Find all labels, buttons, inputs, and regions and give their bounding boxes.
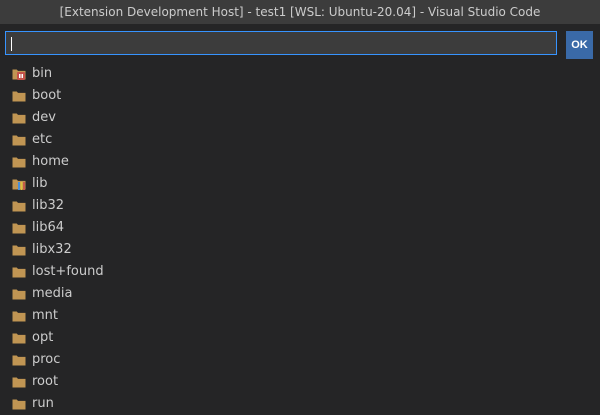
list-item-label: dev (32, 110, 56, 125)
list-item-dev[interactable]: dev (0, 107, 600, 129)
list-item-label: lib64 (32, 220, 65, 235)
list-item-label: lost+found (32, 264, 104, 279)
text-caret (11, 37, 12, 51)
list-item-lost-found[interactable]: lost+found (0, 261, 600, 283)
list-item-bin[interactable]: bin (0, 63, 600, 85)
list-item-label: run (32, 396, 54, 411)
list-item-proc[interactable]: proc (0, 349, 600, 371)
bin-folder-icon (11, 66, 27, 82)
list-item-home[interactable]: home (0, 151, 600, 173)
list-item-lib[interactable]: lib (0, 173, 600, 195)
folder-icon (11, 110, 27, 126)
folder-icon (11, 242, 27, 258)
list-item-label: bin (32, 66, 53, 81)
folder-icon (11, 374, 27, 390)
list-item-boot[interactable]: boot (0, 85, 600, 107)
list-item-lib32[interactable]: lib32 (0, 195, 600, 217)
list-item-libx32[interactable]: libx32 (0, 239, 600, 261)
list-item-label: media (32, 286, 73, 301)
folder-list: bin boot dev etc home lib lib32 lib64 libx32 lost… (0, 63, 600, 415)
quick-input-row: OK (5, 31, 595, 59)
folder-icon (11, 330, 27, 346)
folder-icon (11, 286, 27, 302)
list-item-label: etc (32, 132, 53, 147)
folder-icon (11, 198, 27, 214)
quick-input-field[interactable] (5, 31, 557, 55)
list-item-label: lib32 (32, 198, 65, 213)
folder-icon (11, 308, 27, 324)
ok-button[interactable]: OK (566, 31, 593, 59)
list-item-root[interactable]: root (0, 371, 600, 393)
folder-icon (11, 88, 27, 104)
list-item-label: proc (32, 352, 61, 367)
list-item-media[interactable]: media (0, 283, 600, 305)
list-item-lib64[interactable]: lib64 (0, 217, 600, 239)
list-item-run[interactable]: run (0, 393, 600, 415)
folder-icon (11, 264, 27, 280)
folder-icon (11, 154, 27, 170)
list-item-label: libx32 (32, 242, 72, 257)
list-item-label: root (32, 374, 59, 389)
list-item-label: boot (32, 88, 62, 103)
folder-icon (11, 132, 27, 148)
list-item-label: opt (32, 330, 54, 345)
list-item-label: home (32, 154, 69, 169)
folder-icon (11, 352, 27, 368)
list-item-label: mnt (32, 308, 58, 323)
list-item-mnt[interactable]: mnt (0, 305, 600, 327)
lib-folder-icon (11, 176, 27, 192)
title-bar: [Extension Development Host] - test1 [WS… (0, 0, 600, 24)
folder-icon (11, 396, 27, 412)
vscode-window: [Extension Development Host] - test1 [WS… (0, 0, 600, 415)
list-item-label: lib (32, 176, 48, 191)
list-item-etc[interactable]: etc (0, 129, 600, 151)
window-title: [Extension Development Host] - test1 [WS… (59, 5, 541, 19)
list-item-opt[interactable]: opt (0, 327, 600, 349)
folder-icon (11, 220, 27, 236)
